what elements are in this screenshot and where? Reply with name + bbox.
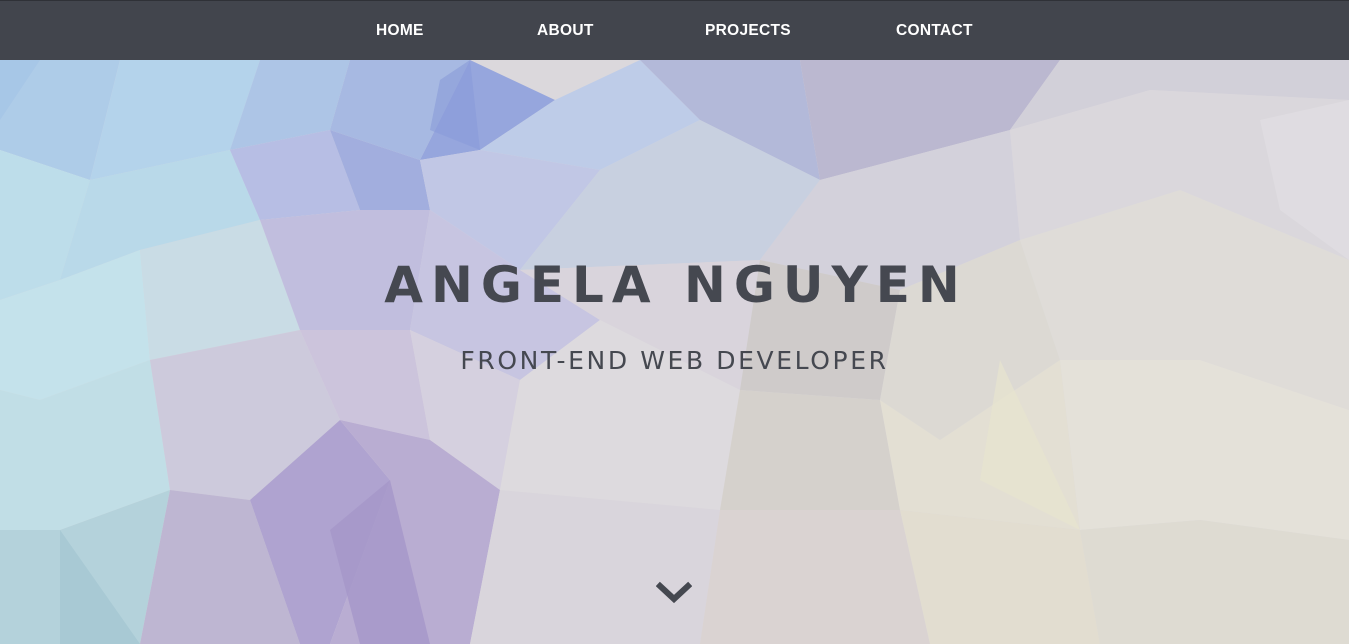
chevron-down-icon[interactable] xyxy=(655,580,693,608)
hero-tagline: FRONT-END WEB DEVELOPER xyxy=(460,346,889,375)
page: HOME ABOUT PROJECTS CONTACT ANGELA NGUYE… xyxy=(0,0,1349,644)
nav-link-about[interactable]: ABOUT xyxy=(537,1,594,61)
nav-link-home[interactable]: HOME xyxy=(376,1,424,61)
nav-link-projects[interactable]: PROJECTS xyxy=(705,1,791,61)
top-navbar: HOME ABOUT PROJECTS CONTACT xyxy=(0,0,1349,60)
hero-name-heading: ANGELA NGUYEN xyxy=(384,256,968,314)
nav-link-contact[interactable]: CONTACT xyxy=(896,1,973,61)
